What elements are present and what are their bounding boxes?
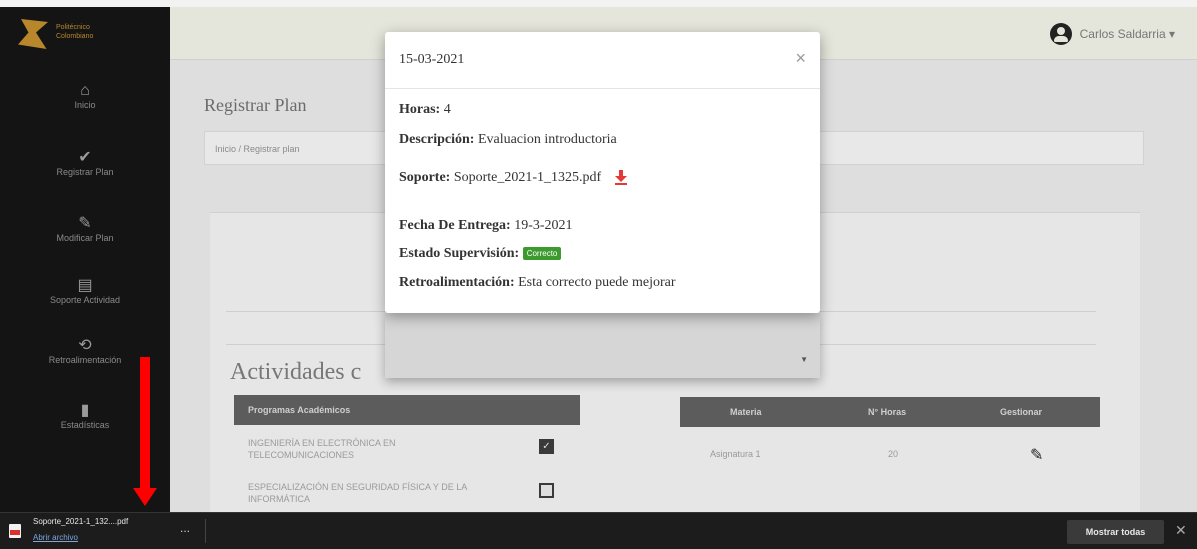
open-file-link[interactable]: Abrir archivo [33,533,78,542]
descripcion-label: Descripción: [399,132,475,147]
estado-label: Estado Supervisión: [399,246,520,261]
subjects-table-header: Materia N° Horas Gestionar [680,397,1100,427]
sidebar-item-inicio[interactable]: ⌂ Inicio [0,82,170,110]
horas-value: 4 [443,102,451,117]
download-file-name[interactable]: Soporte_2021-1_132....pdf [33,517,128,526]
close-icon[interactable]: × [795,48,806,69]
caret-down-icon[interactable]: ▼ [800,355,808,364]
horas-cell: 20 [888,449,899,459]
sidebar-item-label: Retroalimentación [48,355,122,365]
section-title: Actividades c [230,359,362,385]
program-checkbox[interactable]: ✓ [539,439,554,454]
annotation-arrow-head [133,488,157,506]
detail-modal: 15-03-2021 × Horas: 4 Descripción: Evalu… [385,32,820,313]
check-icon: ✔ [78,149,92,166]
user-name: Carlos Saldarria ▾ [1079,27,1175,41]
user-avatar-icon [1049,23,1072,45]
sidebar-item-label: Registrar Plan [56,167,114,177]
col-gestionar: Gestionar [1000,407,1043,417]
soporte-label: Soporte: [399,170,451,186]
sidebar-item-modificar-plan[interactable]: ✎ Modificar Plan [0,215,170,243]
soporte-line: Soporte: Soporte_2021-1_1325.pdf [399,170,627,186]
program-row: ESPECIALIZACIÓN EN SEGURIDAD FÍSICA Y DE… [234,475,580,515]
more-options-icon[interactable]: ... [180,521,190,535]
col-materia: Materia [730,407,762,417]
download-icon[interactable] [614,170,627,186]
pencil-icon: ✎ [78,215,92,232]
sidebar-item-label: Soporte Actividad [49,295,121,305]
program-row: INGENIERÍA EN ELECTRÓNICA EN TELECOMUNIC… [234,431,580,471]
sidebar-item-registrar-plan[interactable]: ✔ Registrar Plan [0,149,170,177]
soporte-value: Soporte_2021-1_1325.pdf [453,170,602,186]
materia-cell: Asignatura 1 [710,449,761,459]
app-logo[interactable]: Politécnico Colombiano [18,19,148,49]
modal-title: 15-03-2021 [399,52,465,67]
logo-mark [18,19,48,49]
retro-label: Retroalimentación: [399,275,515,290]
col-horas: N° Horas [868,407,907,417]
descripcion-line: Descripción: Evaluacion introductoria [399,132,617,148]
fecha-line: Fecha De Entrega: 19-3-2021 [399,218,573,234]
programs-table-header: Programas Académicos [234,395,580,425]
pdf-file-icon [9,524,21,538]
annotation-arrow-shaft [140,357,150,490]
horas-label: Horas: [399,102,441,117]
fecha-value: 19-3-2021 [514,218,573,233]
sidebar-item-label: Estadísticas [60,420,110,430]
program-checkbox[interactable] [539,483,554,498]
sidebar-item-label: Inicio [74,100,96,110]
program-name: INGENIERÍA EN ELECTRÓNICA EN TELECOMUNIC… [248,438,396,460]
fecha-label: Fecha De Entrega: [399,218,511,233]
descripcion-value: Evaluacion introductoria [477,132,617,147]
close-icon[interactable]: ✕ [1175,522,1187,539]
user-menu[interactable]: Carlos Saldarria ▾ [1049,23,1175,45]
logo-text: Politécnico Colombiano [56,24,94,40]
divider [205,519,206,543]
sidebar-item-label: Modificar Plan [56,233,114,243]
show-all-button[interactable]: Mostrar todas [1067,520,1164,544]
feedback-icon: ⟲ [78,337,92,354]
status-badge: Correcto [522,247,562,261]
retro-value: Esta correcto puede mejorar [518,275,676,290]
estado-line: Estado Supervisión: Correcto [399,246,562,262]
edit-pencil-icon[interactable]: ✎ [1030,445,1043,465]
file-icon: ▤ [77,277,93,294]
horas-line: Horas: 4 [399,102,451,118]
home-icon: ⌂ [80,82,90,99]
modal-footer-area: ▼ [385,313,820,378]
retro-line: Retroalimentación: Esta correcto puede m… [399,275,676,291]
download-bar: Soporte_2021-1_132....pdf Abrir archivo … [0,512,1197,549]
window-top-edge [0,0,1197,7]
table-row: Asignatura 1 20 ✎ [680,437,1100,471]
program-name: ESPECIALIZACIÓN EN SEGURIDAD FÍSICA Y DE… [248,482,467,504]
sidebar-item-soporte-actividad[interactable]: ▤ Soporte Actividad [0,277,170,305]
modal-header: 15-03-2021 × [385,32,820,89]
page-title: Registrar Plan [204,95,307,115]
